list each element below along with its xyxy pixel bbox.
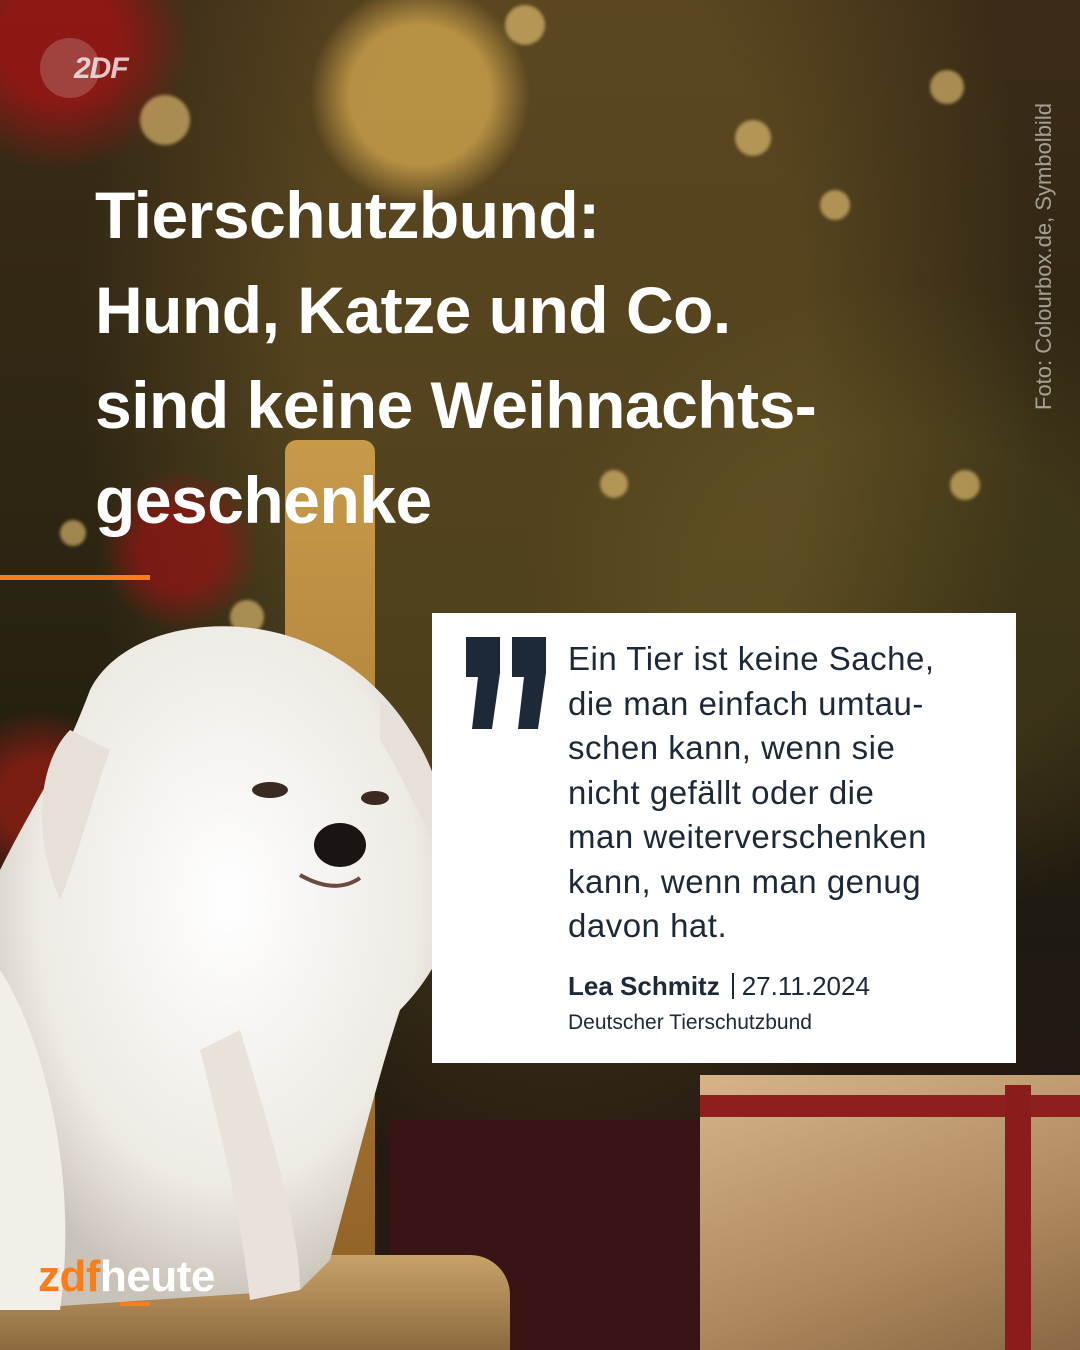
- bokeh-light: [60, 520, 86, 546]
- gift-ribbon: [1005, 1085, 1031, 1350]
- quote-line: Ein Tier ist keine Sache,: [568, 640, 935, 677]
- divider: [731, 973, 734, 999]
- quote-text: Ein Tier ist keine Sache, die man einfac…: [568, 637, 998, 949]
- brand-zdf: zdf: [38, 1252, 101, 1301]
- brand-heute: heute: [100, 1252, 215, 1301]
- brand-underline: [120, 1302, 150, 1306]
- quote-line: kann, wenn man genug: [568, 862, 922, 900]
- white-dog-image: [0, 626, 457, 1310]
- zdfheute-logo: zdfheute: [38, 1252, 215, 1302]
- bokeh-light: [505, 5, 545, 45]
- quote-line: davon hat.: [568, 907, 728, 944]
- quote-mark-icon: [466, 637, 546, 729]
- quote-card: Ein Tier ist keine Sache, die man einfac…: [432, 613, 1016, 1063]
- photo-credit: Foto: Colourbox.de, Symbolbild: [1031, 103, 1056, 410]
- quote-attribution: Lea Schmitz 27.11.2024: [568, 971, 870, 1002]
- quote-line: die man einfach umtau-: [568, 684, 924, 722]
- headline: Tierschutzbund: Hund, Katze und Co. sind…: [95, 168, 995, 548]
- quote-author: Lea Schmitz: [568, 971, 720, 1001]
- bokeh-light: [140, 95, 190, 145]
- headline-line: sind keine Weihnachts-: [95, 368, 817, 442]
- bokeh-light: [930, 70, 964, 104]
- quote-line: man weiterverschenken: [568, 818, 927, 855]
- quote-organization: Deutscher Tierschutzbund: [568, 1011, 812, 1034]
- social-card: 2DF Foto: Colourbox.de, Symbolbild Tiers…: [0, 0, 1080, 1350]
- headline-line: geschenke: [95, 463, 432, 537]
- headline-line: Hund, Katze und Co.: [95, 273, 731, 347]
- quote-line: nicht gefällt oder die: [568, 773, 875, 811]
- quote-date: 27.11.2024: [741, 971, 870, 1001]
- zdf-logo-text: 2DF: [74, 52, 129, 85]
- accent-line: [0, 575, 150, 580]
- bokeh-light: [735, 120, 771, 156]
- quote-line: schen kann, wenn sie: [568, 729, 896, 766]
- headline-line: Tierschutzbund:: [95, 178, 600, 252]
